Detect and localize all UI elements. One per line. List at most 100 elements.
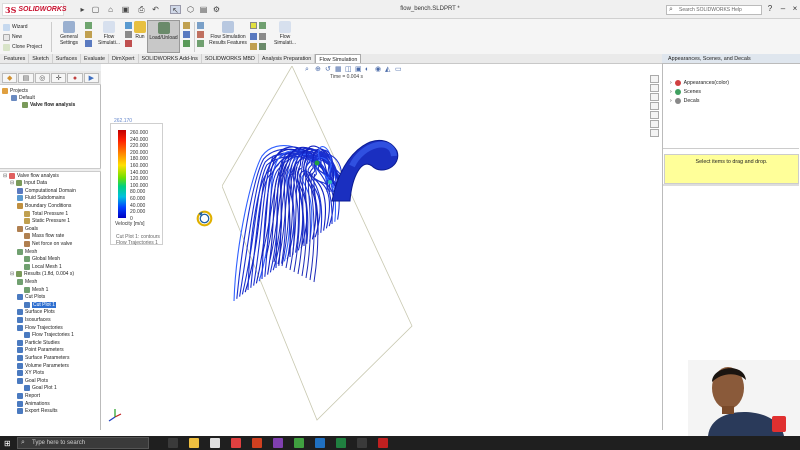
tool-icon[interactable] — [125, 40, 132, 47]
flow-trajectories-model[interactable] — [222, 66, 422, 421]
tree-item[interactable]: ⊟ Input Data — [10, 180, 47, 187]
tool-icon[interactable] — [250, 22, 257, 29]
tab-addins[interactable]: SOLIDWORKS Add-Ins — [139, 54, 202, 63]
feature-manager-icon[interactable]: ◆ — [2, 73, 18, 83]
tab-evaluate[interactable]: Evaluate — [81, 54, 110, 63]
tool-icon[interactable] — [183, 22, 190, 29]
tree-item[interactable]: Local Mesh 1 — [24, 263, 62, 270]
tab-mbd[interactable]: SOLIDWORKS MBD — [202, 54, 259, 63]
tool-icon[interactable] — [125, 31, 132, 38]
undo-icon[interactable]: ↶ — [150, 5, 161, 14]
tab-analysis-preparation[interactable]: Analysis Preparation — [259, 54, 316, 63]
tool-icon[interactable] — [183, 31, 190, 38]
tree-item[interactable]: Report — [17, 392, 40, 399]
rebuild-icon[interactable]: ⬡ — [185, 5, 196, 14]
project-default[interactable]: Default — [11, 94, 35, 101]
tree-item[interactable]: Point Parameters — [17, 347, 64, 354]
options-gear-icon[interactable]: ⚙ — [211, 5, 222, 14]
tool-icon[interactable] — [259, 22, 266, 29]
tool-icon[interactable] — [197, 40, 204, 47]
tab-surfaces[interactable]: Surfaces — [53, 54, 82, 63]
tool-icon[interactable] — [85, 31, 92, 38]
tool-icon[interactable] — [250, 32, 257, 40]
tab-sketch[interactable]: Sketch — [29, 54, 53, 63]
file-explorer-icon[interactable] — [650, 93, 659, 101]
tree-item[interactable]: Particle Studies — [17, 339, 60, 346]
tree-item[interactable]: XY Plots — [17, 370, 44, 377]
clone-project-button[interactable]: Clone Project — [3, 43, 42, 51]
tab-flow-simulation[interactable]: Flow Simulation — [315, 54, 362, 63]
flow-simulation-menu-button[interactable]: Flow Simulati... — [95, 21, 123, 46]
select-icon[interactable]: ↖ — [170, 5, 181, 15]
tree-item[interactable]: Total Pressure 1 — [24, 210, 68, 217]
tree-item[interactable]: Surface Parameters — [17, 354, 69, 361]
configuration-manager-icon[interactable]: ◎ — [34, 73, 50, 83]
collapse-icon[interactable]: ⊟ — [10, 271, 14, 277]
tool-icon[interactable] — [125, 22, 132, 29]
property-manager-icon[interactable]: ▤ — [18, 73, 34, 83]
run-button[interactable]: Run — [133, 21, 147, 40]
tree-item[interactable]: Mesh — [17, 248, 37, 255]
tree-item[interactable]: Animations — [17, 400, 50, 407]
load-unload-button[interactable]: Load/Unload — [147, 20, 180, 53]
task-view-icon[interactable] — [168, 438, 178, 448]
tool-icon[interactable] — [259, 32, 266, 40]
home-icon[interactable] — [650, 75, 659, 83]
solidworks-logo[interactable]: 3S SOLIDWORKS — [2, 3, 67, 16]
tree-item[interactable]: Flow Trajectories 1 — [24, 332, 74, 339]
tree-item[interactable]: Mass flow rate — [24, 233, 64, 240]
tool-icon[interactable] — [250, 43, 257, 51]
appearances-icon[interactable] — [650, 111, 659, 119]
store-icon[interactable] — [210, 438, 220, 448]
tree-item[interactable]: Goal Plots — [17, 377, 48, 384]
tool-icon[interactable] — [183, 40, 190, 47]
design-library-icon[interactable] — [650, 84, 659, 92]
results-features-button[interactable]: Flow Simulation Results Features — [207, 21, 249, 46]
print-icon[interactable]: ⎙ — [136, 5, 147, 14]
new-project-button[interactable]: New — [3, 33, 22, 41]
file-explorer-icon[interactable] — [189, 438, 199, 448]
flow-analysis-tree-icon[interactable]: ▶ — [83, 73, 99, 83]
wizard-button[interactable]: Wizard — [3, 23, 28, 31]
velocity-legend[interactable]: 262.170 260.000 240.000 220.000 200.000 180.… — [110, 118, 163, 246]
decals-item[interactable]: › Decals — [670, 98, 700, 104]
tree-item[interactable]: ⊟ Results (1.fld, 0.004 s) — [10, 271, 74, 278]
tree-item[interactable]: Net force on valve — [24, 240, 72, 247]
camtasia-icon[interactable] — [294, 438, 304, 448]
tree-item[interactable]: Isosurfaces — [17, 316, 51, 323]
collapse-icon[interactable]: ⊟ — [10, 180, 14, 186]
custom-properties-icon[interactable] — [650, 120, 659, 128]
general-settings-button[interactable]: General Settings — [55, 21, 83, 46]
tool-icon[interactable] — [259, 43, 266, 51]
tree-item[interactable]: Boundary Conditions — [17, 202, 71, 209]
display-manager-icon[interactable]: ● — [67, 73, 83, 83]
tree-item[interactable]: Export Results — [17, 408, 58, 415]
camtasia-2-icon[interactable] — [357, 438, 367, 448]
vscode-icon[interactable] — [315, 438, 325, 448]
tool-icon[interactable] — [197, 22, 204, 29]
tool-icon[interactable] — [85, 22, 92, 29]
scenes-item[interactable]: › Scenes — [670, 89, 701, 95]
tree-item[interactable]: Surface Plots — [17, 309, 55, 316]
tree-item[interactable]: Mesh 1 — [24, 286, 48, 293]
dimxpert-manager-icon[interactable]: ✛ — [50, 73, 67, 83]
tree-item[interactable]: Volume Parameters — [17, 362, 69, 369]
tree-item[interactable]: Goal Plot 1 — [24, 385, 57, 392]
close-icon[interactable]: × — [790, 3, 800, 15]
tab-features[interactable]: Features — [1, 54, 30, 63]
powerpoint-icon[interactable] — [252, 438, 262, 448]
tree-item[interactable]: Goals — [17, 225, 38, 232]
tree-item[interactable]: Flow Trajectories — [17, 324, 63, 331]
excel-icon[interactable] — [336, 438, 346, 448]
solidworks-icon[interactable] — [378, 438, 388, 448]
minimize-icon[interactable]: – — [778, 3, 788, 15]
windows-start-icon[interactable]: ⊞ — [4, 439, 11, 448]
help-search-input[interactable]: ⌕ Search SOLIDWORKS Help — [666, 5, 762, 15]
tree-item[interactable]: Computational Domain — [17, 187, 76, 194]
tool-icon[interactable] — [197, 31, 204, 38]
forum-icon[interactable] — [650, 129, 659, 137]
tree-item[interactable]: Cut Plot 1 — [24, 301, 56, 308]
appearances-item[interactable]: › Appearances(color) — [670, 80, 729, 86]
collapse-icon[interactable]: ⊟ — [3, 173, 7, 179]
onenote-icon[interactable] — [273, 438, 283, 448]
